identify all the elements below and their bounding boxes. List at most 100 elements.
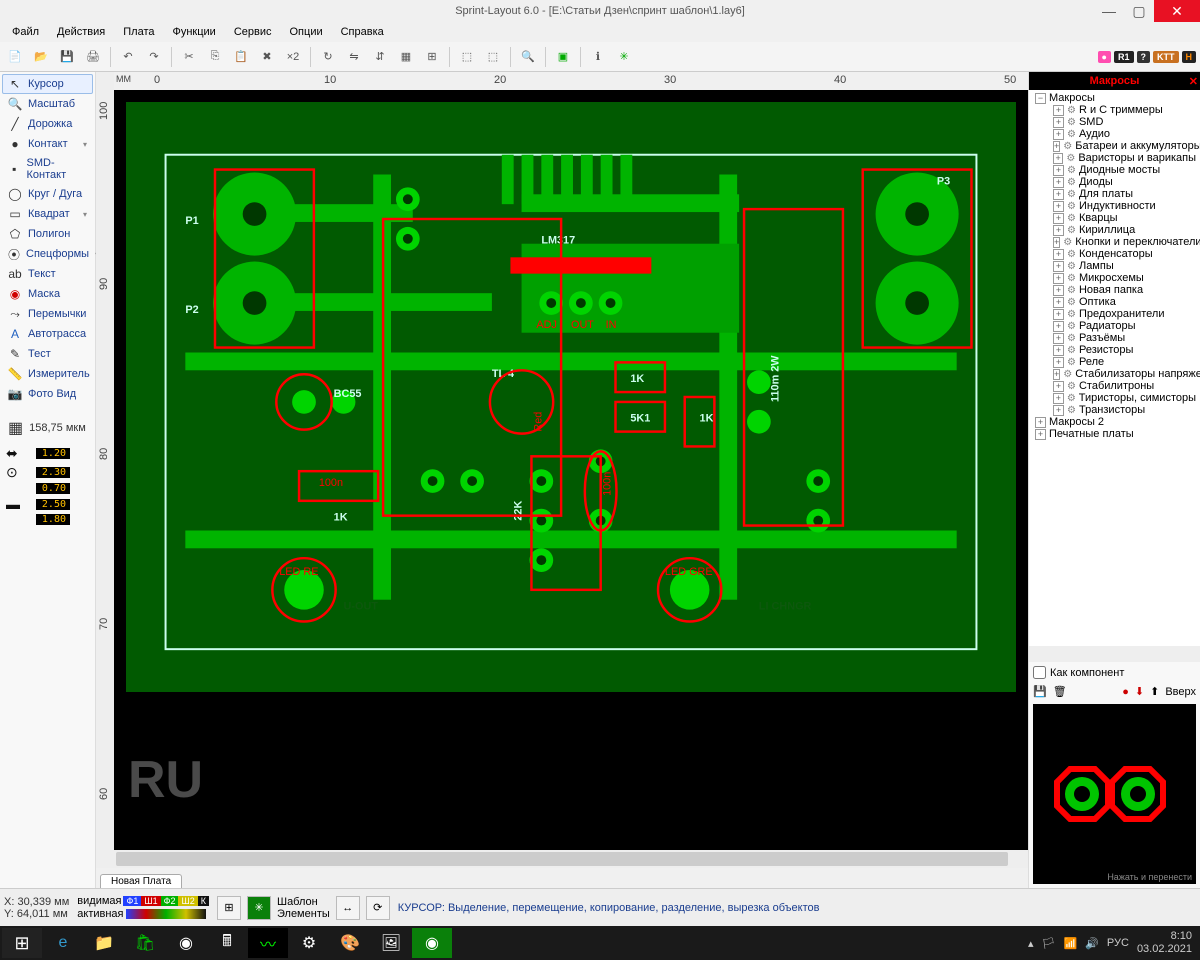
- minimize-button[interactable]: —: [1094, 0, 1124, 22]
- grid-value[interactable]: ▦158,75 мкм: [8, 418, 87, 438]
- tool-Квадрат[interactable]: ▭Квадрат▾: [2, 204, 93, 224]
- status-btn-3[interactable]: ↔: [336, 896, 360, 920]
- pcb-canvas[interactable]: P1 P2 P3 LM317 BC55 1K 5K1 1K 1K 22K 110…: [114, 90, 1028, 850]
- tree-item[interactable]: +⚙Тиристоры, симисторы: [1031, 392, 1198, 404]
- tree-item[interactable]: +⚙Батареи и аккумуляторы: [1031, 140, 1198, 152]
- select-icon[interactable]: ▣: [552, 46, 574, 68]
- scope-icon[interactable]: 〰: [248, 928, 288, 958]
- maximize-button[interactable]: ▢: [1124, 0, 1154, 22]
- tool-SMD-Контакт[interactable]: ▪SMD-Контакт: [2, 154, 93, 184]
- as-component-checkbox[interactable]: Как компонент: [1029, 662, 1200, 683]
- pcb-board[interactable]: P1 P2 P3 LM317 BC55 1K 5K1 1K 1K 22K 110…: [126, 102, 1016, 692]
- tool-Фото Вид[interactable]: 📷Фото Вид: [2, 384, 93, 404]
- delete-macro-icon[interactable]: 🗑: [1053, 685, 1067, 698]
- print-icon[interactable]: 🖨: [82, 46, 104, 68]
- tool-Автотрасса[interactable]: AАвтотрасса: [2, 324, 93, 344]
- mirror-v-icon[interactable]: ⇵: [369, 46, 391, 68]
- macros-tree[interactable]: −Макросы+⚙R и C триммеры+⚙SMD+⚙Аудио+⚙Ба…: [1029, 90, 1200, 646]
- tray-clock[interactable]: 8:1003.02.2021: [1137, 930, 1192, 956]
- tray-net-icon[interactable]: 📶: [1064, 937, 1078, 950]
- menu-Сервис[interactable]: Сервис: [226, 24, 280, 40]
- save-icon[interactable]: 💾: [56, 46, 78, 68]
- menu-Справка[interactable]: Справка: [333, 24, 392, 40]
- tree-item[interactable]: +⚙Аудио: [1031, 128, 1198, 140]
- badge-r1[interactable]: R1: [1114, 51, 1134, 63]
- tree-item[interactable]: +⚙Стабилизаторы напряжения: [1031, 368, 1198, 380]
- app-icon[interactable]: ⚙: [289, 928, 329, 958]
- chrome-icon[interactable]: ◉: [166, 928, 206, 958]
- tool-Круг / Дуга[interactable]: ◯Круг / Дуга: [2, 184, 93, 204]
- badge-help[interactable]: ?: [1137, 51, 1151, 63]
- tree-item[interactable]: +⚙Реле: [1031, 356, 1198, 368]
- tool-Масштаб[interactable]: 🔍Масштаб: [2, 94, 93, 114]
- track-width[interactable]: ⬌1.20: [4, 444, 91, 463]
- sprint-icon[interactable]: ◉: [412, 928, 452, 958]
- store-icon[interactable]: 🛍: [125, 928, 165, 958]
- redo-icon[interactable]: ↷: [143, 46, 165, 68]
- tool-Маска[interactable]: ◉Маска: [2, 284, 93, 304]
- cut-icon[interactable]: ✂: [178, 46, 200, 68]
- paint-icon[interactable]: 🎨: [330, 928, 370, 958]
- pad-outer[interactable]: ⊙2.30: [4, 463, 91, 482]
- group-icon[interactable]: ⬚: [456, 46, 478, 68]
- undo-icon[interactable]: ↶: [117, 46, 139, 68]
- badge-ktt[interactable]: KTT: [1153, 51, 1179, 63]
- info-icon[interactable]: ℹ: [587, 46, 609, 68]
- zoom-icon[interactable]: 🔍: [517, 46, 539, 68]
- tree-root[interactable]: −Макросы: [1031, 92, 1198, 104]
- start-button[interactable]: ⊞: [2, 928, 42, 958]
- tool-Курсор[interactable]: ↖Курсор: [2, 74, 93, 94]
- tree-item[interactable]: +⚙Микросхемы: [1031, 272, 1198, 284]
- horizontal-scrollbar[interactable]: [96, 850, 1028, 868]
- status-btn-1[interactable]: ⊞: [217, 896, 241, 920]
- calc-icon[interactable]: 🖩: [207, 928, 247, 958]
- rotate-icon[interactable]: ↻: [317, 46, 339, 68]
- close-button[interactable]: ✕: [1154, 0, 1200, 22]
- paste-icon[interactable]: 📋: [230, 46, 252, 68]
- tree-item[interactable]: +⚙Кварцы: [1031, 212, 1198, 224]
- tree-item[interactable]: +⚙Индуктивности: [1031, 200, 1198, 212]
- status-btn-4[interactable]: ⟳: [366, 896, 390, 920]
- tree-item[interactable]: +⚙Новая папка: [1031, 284, 1198, 296]
- menu-Опции[interactable]: Опции: [282, 24, 331, 40]
- menu-Функции[interactable]: Функции: [164, 24, 223, 40]
- image-icon[interactable]: 🖼: [371, 928, 411, 958]
- tree-item[interactable]: +⚙Стабилитроны: [1031, 380, 1198, 392]
- tray-lang[interactable]: РУС: [1107, 937, 1129, 949]
- tool-Перемычки[interactable]: ⤳Перемычки: [2, 304, 93, 324]
- badge-pink[interactable]: ●: [1098, 51, 1111, 63]
- record-icon[interactable]: ●: [1122, 686, 1129, 698]
- tree-item[interactable]: +⚙Транзисторы: [1031, 404, 1198, 416]
- tree-item[interactable]: +⚙Диоды: [1031, 176, 1198, 188]
- tree-item[interactable]: +⚙Для платы: [1031, 188, 1198, 200]
- tree-item[interactable]: +⚙Лампы: [1031, 260, 1198, 272]
- status-btn-2[interactable]: ✳: [247, 896, 271, 920]
- snap-icon[interactable]: ⊞: [421, 46, 443, 68]
- tree-item[interactable]: +⚙Разъёмы: [1031, 332, 1198, 344]
- align-icon[interactable]: ▦: [395, 46, 417, 68]
- tray-vol-icon[interactable]: 🔊: [1085, 937, 1099, 950]
- close-panel-icon[interactable]: ✕: [1189, 75, 1198, 88]
- menu-Плата[interactable]: Плата: [115, 24, 162, 40]
- tool-Измеритель[interactable]: 📏Измеритель: [2, 364, 93, 384]
- tree-item[interactable]: +⚙Кнопки и переключатели: [1031, 236, 1198, 248]
- new-icon[interactable]: 📄: [4, 46, 26, 68]
- tree-item[interactable]: +⚙Кириллица: [1031, 224, 1198, 236]
- menu-Файл[interactable]: Файл: [4, 24, 47, 40]
- tree-scroll-h[interactable]: [1029, 646, 1200, 662]
- copy-icon[interactable]: ⎘: [204, 46, 226, 68]
- tree-item[interactable]: +⚙Оптика: [1031, 296, 1198, 308]
- tree-item[interactable]: +⚙R и C триммеры: [1031, 104, 1198, 116]
- tool-Тест[interactable]: ✎Тест: [2, 344, 93, 364]
- tree-item[interactable]: +⚙Конденсаторы: [1031, 248, 1198, 260]
- tree-item[interactable]: +Макросы 2: [1031, 416, 1198, 428]
- menu-Действия[interactable]: Действия: [49, 24, 113, 40]
- delete-icon[interactable]: ✖: [256, 46, 278, 68]
- pad-inner[interactable]: 0.70: [4, 482, 91, 495]
- tree-item[interactable]: +⚙Варисторы и варикапы: [1031, 152, 1198, 164]
- badge-h[interactable]: H: [1182, 51, 1197, 63]
- dup-icon[interactable]: ×2: [282, 46, 304, 68]
- mirror-h-icon[interactable]: ⇋: [343, 46, 365, 68]
- tree-item[interactable]: +⚙SMD: [1031, 116, 1198, 128]
- up-icon[interactable]: ⬆: [1150, 685, 1159, 698]
